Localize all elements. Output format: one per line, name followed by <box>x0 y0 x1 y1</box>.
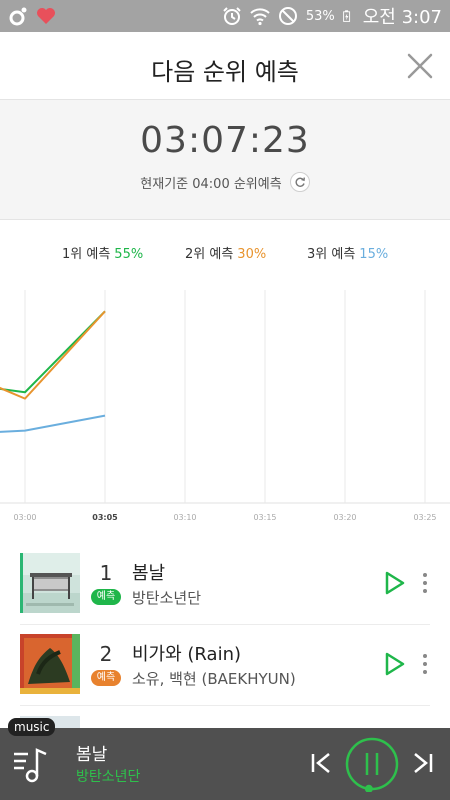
basis-text: 현재기준 04:00 순위예측 <box>140 176 282 192</box>
legend-pct: 30% <box>237 247 267 262</box>
song-item[interactable]: 2 예측 비가와 (Rain) 소유, 백현 (BAEKHYUN) <box>20 634 430 714</box>
refresh-button[interactable] <box>289 172 310 192</box>
prediction-chart: 03:00 03:05 03:10 03:15 03:20 03:25 <box>0 290 450 522</box>
block-icon <box>278 7 297 25</box>
alarm-icon <box>223 7 241 25</box>
countdown-timer: 03:07:23 <box>140 120 310 161</box>
chart-tick-label: 03:10 <box>173 513 196 522</box>
legend-item-2: 2위 예측 30% <box>185 243 266 262</box>
next-icon[interactable] <box>410 750 436 776</box>
mini-player[interactable]: 봄날 방탄소년단 <box>0 728 450 800</box>
legend-item-3: 3위 예측 15% <box>307 243 388 262</box>
chart-series-line <box>0 414 106 433</box>
previous-icon[interactable] <box>308 750 334 776</box>
playlist-icon[interactable] <box>12 744 52 784</box>
song-title[interactable]: 비가와 (Rain) <box>132 640 241 666</box>
chart-series-line <box>0 310 106 400</box>
chart-tick-label: 03:15 <box>253 513 276 522</box>
pause-button[interactable] <box>344 736 400 792</box>
battery-percent: 53% <box>305 8 335 24</box>
divider <box>20 705 430 706</box>
wifi-icon <box>250 8 270 26</box>
play-icon[interactable] <box>380 569 408 597</box>
chart-series-line <box>0 310 106 394</box>
song-title[interactable]: 봄날 <box>132 559 165 585</box>
chart-tick-label: 03:25 <box>413 513 436 522</box>
now-playing-artist[interactable]: 방탄소년단 <box>76 766 140 786</box>
battery-charging-icon <box>342 10 350 22</box>
album-cover[interactable] <box>20 553 80 613</box>
countdown-panel: 03:07:23 현재기준 04:00 순위예측 <box>0 100 450 220</box>
play-icon[interactable] <box>380 650 408 678</box>
prediction-badge: 예측 <box>91 589 121 605</box>
legend-pct: 15% <box>359 247 389 262</box>
chart-tick-label: 03:05 <box>92 513 118 522</box>
rank-number: 1 <box>99 561 113 585</box>
header: 다음 순위 예측 <box>0 32 450 100</box>
legend-label: 2위 예측 <box>185 247 234 262</box>
music-tag: music <box>8 718 56 736</box>
now-playing-title[interactable]: 봄날 <box>76 740 107 765</box>
progress-indicator <box>364 784 373 792</box>
heart-icon <box>37 8 55 24</box>
close-icon[interactable] <box>404 50 436 82</box>
song-artist[interactable]: 방탄소년단 <box>132 587 201 608</box>
more-vertical-icon[interactable] <box>418 569 432 597</box>
legend-item-1: 1위 예측 55% <box>62 243 143 262</box>
album-cover[interactable] <box>20 634 80 694</box>
divider <box>20 624 430 625</box>
rank-number: 2 <box>99 642 113 666</box>
clock: 오전 3:07 <box>362 7 442 28</box>
legend-label: 3위 예측 <box>307 247 356 262</box>
chart-tick-label: 03:20 <box>333 513 356 522</box>
prediction-badge: 예측 <box>91 670 121 686</box>
refresh-icon <box>295 177 305 187</box>
song-artist[interactable]: 소유, 백현 (BAEKHYUN) <box>132 668 296 689</box>
more-vertical-icon[interactable] <box>418 650 432 678</box>
status-bar: 53% 오전 3:07 <box>0 0 450 32</box>
page-title: 다음 순위 예측 <box>151 58 299 86</box>
legend-label: 1위 예측 <box>62 247 111 262</box>
chart-tick-label: 03:00 <box>13 513 36 522</box>
song-item[interactable]: 1 예측 봄날 방탄소년단 <box>20 553 430 633</box>
app-logo-icon <box>9 7 27 26</box>
basis-row: 현재기준 04:00 순위예측 <box>0 172 450 192</box>
legend-pct: 55% <box>114 247 144 262</box>
